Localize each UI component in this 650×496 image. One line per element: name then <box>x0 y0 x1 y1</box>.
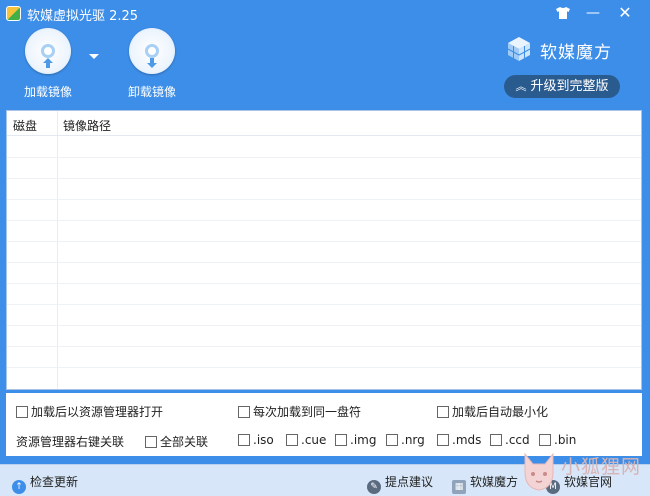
open-explorer-label: 加载后以资源管理器打开 <box>31 405 164 419</box>
checkbox-box[interactable] <box>490 434 502 446</box>
same-drive-label: 每次加载到同一盘符 <box>253 405 362 419</box>
checkbox-box[interactable] <box>238 406 250 418</box>
arrow-up-circle-icon: ↑ <box>12 480 26 494</box>
ext-iso-checkbox[interactable]: .iso <box>238 433 274 447</box>
watermark: 小狐狸网 <box>517 448 647 494</box>
associate-all-checkbox[interactable]: 全部关联 <box>145 433 208 450</box>
row-divider <box>7 304 641 305</box>
associate-all-label: 全部关联 <box>160 435 209 449</box>
ext-bin-checkbox[interactable]: .bin <box>539 433 576 447</box>
mount-image-label: 加载镜像 <box>23 85 72 99</box>
watermark-text: 小狐狸网 <box>561 456 642 478</box>
checkbox-box[interactable] <box>335 434 347 446</box>
disc-unmount-icon <box>129 28 175 74</box>
ext-label: .img <box>350 433 377 447</box>
ext-label: .bin <box>554 433 577 447</box>
check-update-label: 检查更新 <box>30 475 79 489</box>
double-chevron-up-icon: ︽ <box>515 80 527 93</box>
row-divider <box>7 241 641 242</box>
mount-image-button[interactable]: 加载镜像 <box>8 28 88 100</box>
mofang-cube-icon <box>507 37 531 61</box>
column-divider <box>57 111 58 389</box>
open-explorer-checkbox[interactable]: 加载后以资源管理器打开 <box>16 403 163 420</box>
checkbox-box[interactable] <box>16 406 28 418</box>
upgrade-label: 升级到完整版 <box>530 79 609 94</box>
checkbox-box[interactable] <box>539 434 551 446</box>
ext-img-checkbox[interactable]: .img <box>335 433 376 447</box>
row-divider <box>7 199 641 200</box>
fox-logo-icon <box>524 452 554 491</box>
row-divider <box>7 325 641 326</box>
close-button[interactable]: ✕ <box>613 3 637 23</box>
ext-nrg-checkbox[interactable]: .nrg <box>386 433 425 447</box>
ext-label: .iso <box>253 433 274 447</box>
row-divider <box>7 262 641 263</box>
grid-icon: ▦ <box>452 480 466 494</box>
minimize-button[interactable]: — <box>581 3 605 23</box>
arrow-up-icon <box>43 58 53 68</box>
options-panel: 加载后以资源管理器打开 每次加载到同一盘符 加载后自动最小化 资源管理器右键关联… <box>6 393 642 456</box>
ext-ccd-checkbox[interactable]: .ccd <box>490 433 530 447</box>
mofang-label: 软媒魔方 <box>470 475 519 489</box>
ext-label: .nrg <box>401 433 425 447</box>
ext-label: .ccd <box>505 433 530 447</box>
unmount-image-label: 卸载镜像 <box>127 85 176 99</box>
checkbox-box[interactable] <box>238 434 250 446</box>
auto-minimize-label: 加载后自动最小化 <box>452 405 549 419</box>
row-divider <box>7 157 641 158</box>
app-logo-icon <box>6 6 21 21</box>
ext-mds-checkbox[interactable]: .mds <box>437 433 481 447</box>
row-divider <box>7 220 641 221</box>
app-window: 软媒虚拟光驱 2.25 — ✕ 加载镜像 卸载镜像 软媒魔方 ︽ 升级到完整版 … <box>0 0 650 496</box>
row-divider <box>7 367 641 368</box>
checkbox-box[interactable] <box>437 406 449 418</box>
column-header-path[interactable]: 镜像路径 <box>63 117 111 134</box>
feedback-label: 提点建议 <box>385 475 434 489</box>
disc-mount-icon <box>25 28 71 74</box>
ext-label: .mds <box>452 433 482 447</box>
image-table[interactable]: 磁盘 镜像路径 <box>6 110 642 390</box>
title-bar: 软媒虚拟光驱 2.25 — ✕ <box>0 0 650 27</box>
ext-label: .cue <box>301 433 327 447</box>
mount-dropdown-icon[interactable] <box>89 54 99 59</box>
row-divider <box>7 346 641 347</box>
checkbox-box[interactable] <box>145 436 157 448</box>
context-menu-label: 资源管理器右键关联 <box>16 435 125 449</box>
pen-icon: ✎ <box>367 480 381 494</box>
skin-button[interactable] <box>551 3 575 23</box>
upgrade-button[interactable]: ︽ 升级到完整版 <box>504 75 620 98</box>
row-divider <box>7 178 641 179</box>
table-header: 磁盘 镜像路径 <box>7 111 641 136</box>
ext-cue-checkbox[interactable]: .cue <box>286 433 326 447</box>
checkbox-box[interactable] <box>286 434 298 446</box>
window-title: 软媒虚拟光驱 2.25 <box>27 9 139 24</box>
arrow-down-icon <box>147 58 157 68</box>
column-header-disk[interactable]: 磁盘 <box>13 117 37 134</box>
shirt-icon <box>556 7 570 19</box>
auto-minimize-checkbox[interactable]: 加载后自动最小化 <box>437 403 548 420</box>
same-drive-checkbox[interactable]: 每次加载到同一盘符 <box>238 403 361 420</box>
feedback-link[interactable]: ✎ 提点建议 <box>367 473 433 494</box>
row-divider <box>7 283 641 284</box>
unmount-image-button[interactable]: 卸载镜像 <box>112 28 192 100</box>
mofang-link[interactable]: ▦ 软媒魔方 <box>452 473 518 494</box>
checkbox-box[interactable] <box>437 434 449 446</box>
brand-name: 软媒魔方 <box>540 43 612 63</box>
checkbox-box[interactable] <box>386 434 398 446</box>
check-update-link[interactable]: ↑ 检查更新 <box>12 473 78 494</box>
